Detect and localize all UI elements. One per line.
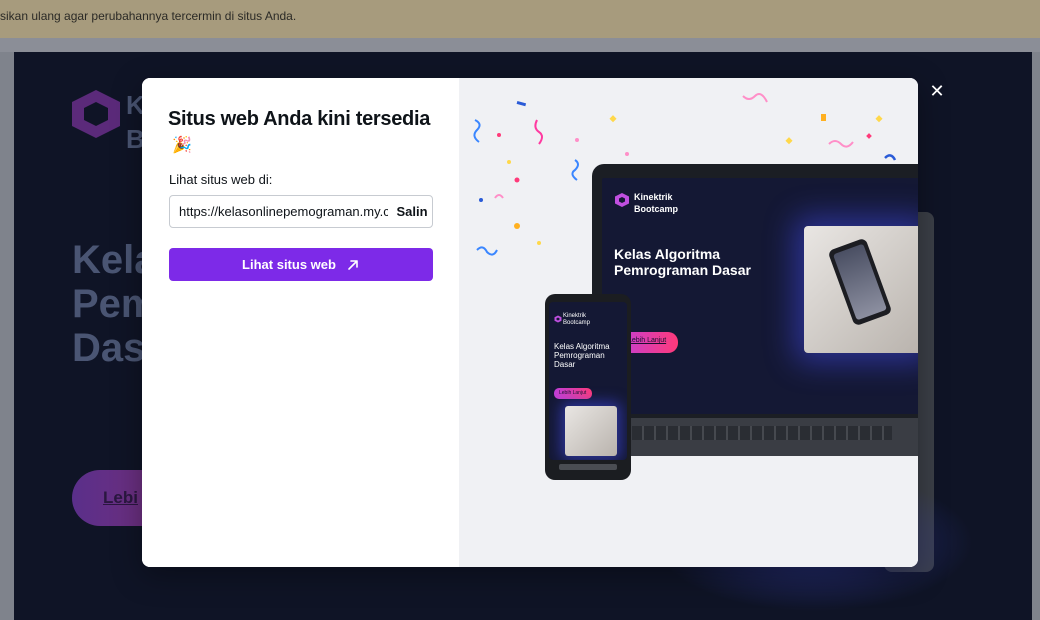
dialog-illustration: Kinektrik Bootcamp Kelas Algoritma Pemro… (459, 78, 918, 567)
laptop-heading: Kelas Algoritma Pemrograman Dasar (614, 246, 751, 278)
arrow-up-right-icon (348, 259, 358, 270)
laptop-screen: Kinektrik Bootcamp Kelas Algoritma Pemro… (602, 178, 918, 414)
view-website-button[interactable]: Lihat situs web (169, 248, 433, 281)
dialog-title: Situs web Anda kini tersedia 🎉 (168, 106, 438, 159)
laptop-logo-icon (615, 193, 629, 207)
publish-success-dialog: Situs web Anda kini tersedia 🎉 Lihat situ… (142, 78, 918, 567)
phone-brand: Kinektrik Bootcamp (563, 313, 591, 326)
phone-mockup: Kinektrik Bootcamp Kelas Algoritma Pemro… (545, 294, 631, 480)
close-icon[interactable]: ✕ (927, 82, 947, 102)
laptop-photo (804, 226, 918, 353)
phone-logo-icon (554, 315, 562, 323)
phone-home-bar (559, 464, 617, 470)
site-url-label: Lihat situs web di: (169, 172, 273, 187)
laptop-brand: Kinektrik Bootcamp (634, 192, 679, 214)
left-panel-edge (0, 52, 14, 620)
site-url-input[interactable] (170, 196, 388, 227)
site-url-field: Salin (169, 195, 433, 228)
phone-cta-label: Lebih Lanjut (559, 390, 587, 396)
right-panel-edge (1032, 52, 1040, 620)
phone-screen: Kinektrik Bootcamp Kelas Algoritma Pemro… (549, 302, 627, 460)
laptop-cta-label: Lebih Lanjut (628, 337, 667, 344)
phone-cta: Lebih Lanjut (554, 388, 592, 399)
laptop-mockup: Kinektrik Bootcamp Kelas Algoritma Pemro… (592, 164, 918, 456)
phone-heading: Kelas Algoritma Pemrograman Dasar (554, 342, 610, 369)
dialog-title-text: Situs web Anda kini tersedia (168, 108, 431, 130)
party-popper-icon: 🎉 (172, 137, 192, 154)
phone-photo (565, 406, 617, 456)
laptop-keyboard (632, 426, 892, 440)
photo-phone-graphic (827, 237, 893, 327)
brand-logo-icon (72, 90, 120, 138)
banner-text: sikan ulang agar perubahannya tercermin … (0, 9, 297, 23)
dialog-content: Situs web Anda kini tersedia 🎉 Lihat situ… (142, 78, 459, 567)
view-website-label: Lihat situs web (242, 257, 336, 272)
copy-url-button[interactable]: Salin (392, 196, 432, 227)
background-cta-label: Lebi (103, 488, 138, 507)
info-banner: sikan ulang agar perubahannya tercermin … (0, 0, 1040, 38)
